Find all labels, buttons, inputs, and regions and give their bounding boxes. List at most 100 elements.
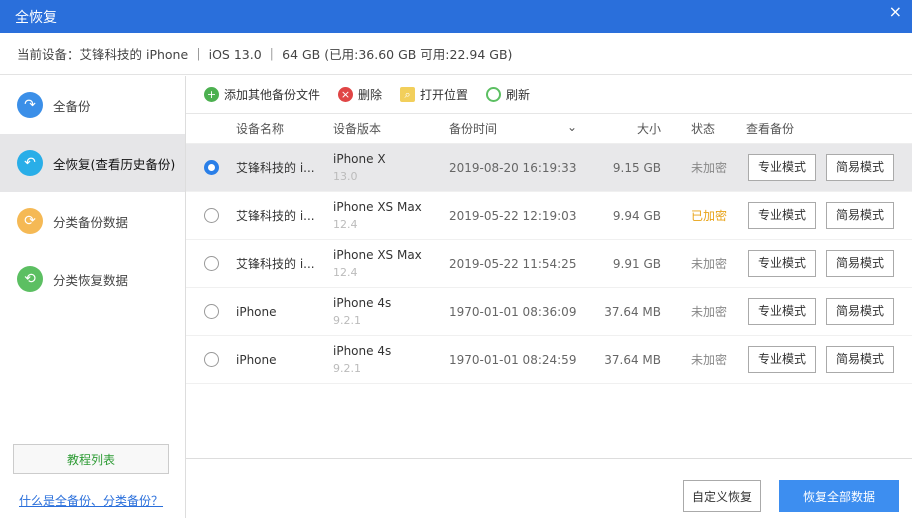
- delete-icon: ×: [338, 87, 354, 102]
- pro-mode-button[interactable]: 专业模式: [748, 202, 816, 229]
- toolbar: + 添加其他备份文件 × 删除 ⌕ 打开位置 刷新: [186, 76, 912, 114]
- restore-icon: ↶: [17, 150, 43, 176]
- device-name: iPhone: [236, 352, 277, 367]
- table-row[interactable]: 艾锋科技的 i... iPhone XS Max 12.4 2019-05-22 …: [186, 192, 912, 240]
- ios-version: 12.4: [333, 217, 358, 231]
- table-header: 设备名称 设备版本 备份时间 ⌄ 大小 状态 查看备份: [186, 114, 912, 144]
- add-label: 添加其他备份文件: [224, 88, 321, 102]
- backup-size: 37.64 MB: [604, 304, 661, 319]
- close-icon[interactable]: ×: [889, 2, 902, 21]
- chevron-down-icon: ⌄: [566, 120, 577, 134]
- row-radio[interactable]: [203, 304, 219, 319]
- footer: 自定义恢复 恢复全部数据: [186, 458, 912, 518]
- row-radio[interactable]: [203, 208, 219, 223]
- add-backup-button[interactable]: + 添加其他备份文件: [204, 86, 320, 103]
- col-view: 查看备份: [746, 122, 795, 136]
- device-name: 艾锋科技的 i...: [236, 161, 315, 175]
- row-radio[interactable]: [203, 160, 219, 175]
- title-bar: 全恢复 ×: [0, 0, 912, 33]
- backup-size: 9.15 GB: [612, 160, 661, 175]
- category-restore-icon: ⟲: [17, 266, 43, 292]
- encryption-status: 未加密: [691, 257, 728, 271]
- device-version: iPhone X 13.0: [333, 151, 449, 185]
- backup-time: 1970-01-01 08:24:59: [449, 352, 577, 367]
- sidebar-item-full-restore[interactable]: ↶ 全恢复(查看历史备份): [0, 134, 185, 192]
- row-radio[interactable]: [203, 352, 219, 367]
- sidebar-item-label: 分类备份数据: [53, 214, 129, 230]
- refresh-icon: [486, 87, 502, 102]
- model: iPhone XS Max: [333, 247, 422, 262]
- model: iPhone X: [333, 151, 386, 166]
- easy-mode-button[interactable]: 简易模式: [826, 298, 894, 325]
- sidebar-item-category-backup[interactable]: ⟳ 分类备份数据: [0, 192, 185, 250]
- easy-mode-button[interactable]: 简易模式: [826, 346, 894, 373]
- encryption-status: 未加密: [691, 353, 728, 367]
- backup-size: 37.64 MB: [604, 352, 661, 367]
- backup-time: 2019-08-20 16:19:33: [449, 160, 577, 175]
- backup-icon: ↷: [17, 92, 43, 118]
- col-backup-time[interactable]: 备份时间 ⌄: [449, 120, 589, 137]
- device-version: iPhone XS Max 12.4: [333, 199, 449, 233]
- pro-mode-button[interactable]: 专业模式: [748, 154, 816, 181]
- encryption-status: 未加密: [691, 305, 728, 319]
- table-row[interactable]: iPhone iPhone 4s 9.2.1 1970-01-01 08:24:5…: [186, 336, 912, 384]
- window-title: 全恢复: [15, 9, 57, 26]
- sidebar-item-category-restore[interactable]: ⟲ 分类恢复数据: [0, 250, 185, 308]
- backup-time: 2019-05-22 11:54:25: [449, 256, 577, 271]
- delete-button[interactable]: × 删除: [338, 86, 382, 103]
- device-version: iPhone 4s 9.2.1: [333, 343, 449, 377]
- col-size[interactable]: 大小: [589, 120, 661, 137]
- sidebar-item-full-backup[interactable]: ↷ 全备份: [0, 76, 185, 134]
- table-row[interactable]: iPhone iPhone 4s 9.2.1 1970-01-01 08:36:0…: [186, 288, 912, 336]
- table-row[interactable]: 艾锋科技的 i... iPhone X 13.0 2019-08-20 16:19…: [186, 144, 912, 192]
- ios-version: 9.2.1: [333, 313, 361, 327]
- open-location-button[interactable]: ⌕ 打开位置: [400, 86, 468, 103]
- custom-restore-button[interactable]: 自定义恢复: [683, 480, 761, 512]
- model: iPhone XS Max: [333, 199, 422, 214]
- col-label: 备份时间: [449, 122, 498, 136]
- help-link[interactable]: 什么是全备份、分类备份？: [19, 492, 163, 509]
- plus-icon: +: [204, 87, 219, 102]
- refresh-label: 刷新: [506, 88, 531, 102]
- device-name: 艾锋科技的 i...: [236, 257, 315, 271]
- device-name: iPhone: [236, 304, 277, 319]
- row-radio[interactable]: [203, 256, 219, 271]
- encryption-status: 未加密: [691, 161, 728, 175]
- tutorial-list-button[interactable]: 教程列表: [13, 444, 169, 474]
- backup-list: 艾锋科技的 i... iPhone X 13.0 2019-08-20 16:19…: [186, 144, 912, 384]
- sidebar: ↷ 全备份 ↶ 全恢复(查看历史备份) ⟳ 分类备份数据 ⟲ 分类恢复数据 教程列表 什…: [0, 76, 186, 518]
- model: iPhone 4s: [333, 343, 392, 358]
- model: iPhone 4s: [333, 295, 392, 310]
- ios-version: 9.2.1: [333, 361, 361, 375]
- col-version[interactable]: 设备版本: [333, 120, 449, 137]
- col-device-name[interactable]: 设备名称: [236, 120, 333, 137]
- easy-mode-button[interactable]: 简易模式: [826, 154, 894, 181]
- device-info: 当前设备：艾锋科技的 iPhone ｜ iOS 13.0 ｜ 64 GB (已用…: [0, 33, 912, 75]
- folder-search-icon: ⌕: [400, 87, 416, 102]
- ios-version: 12.4: [333, 265, 358, 279]
- ios-version: 13.0: [333, 169, 358, 183]
- backup-time: 1970-01-01 08:36:09: [449, 304, 577, 319]
- delete-label: 删除: [358, 88, 383, 102]
- backup-size: 9.91 GB: [612, 256, 661, 271]
- sidebar-item-label: 全恢复(查看历史备份): [53, 156, 176, 172]
- device-version: iPhone 4s 9.2.1: [333, 295, 449, 329]
- sidebar-item-label: 分类恢复数据: [53, 272, 129, 288]
- open-label: 打开位置: [420, 88, 469, 102]
- pro-mode-button[interactable]: 专业模式: [748, 250, 816, 277]
- easy-mode-button[interactable]: 简易模式: [826, 250, 894, 277]
- device-name: 艾锋科技的 i...: [236, 209, 315, 223]
- pro-mode-button[interactable]: 专业模式: [748, 346, 816, 373]
- backup-size: 9.94 GB: [612, 208, 661, 223]
- refresh-button[interactable]: 刷新: [486, 86, 530, 103]
- restore-all-button[interactable]: 恢复全部数据: [779, 480, 899, 512]
- table-row[interactable]: 艾锋科技的 i... iPhone XS Max 12.4 2019-05-22 …: [186, 240, 912, 288]
- encryption-status: 已加密: [691, 209, 728, 223]
- main-panel: + 添加其他备份文件 × 删除 ⌕ 打开位置 刷新 设备名称 设备版本 备份时间 ⌄ 大…: [186, 76, 912, 518]
- backup-time: 2019-05-22 12:19:03: [449, 208, 577, 223]
- sidebar-item-label: 全备份: [53, 98, 91, 114]
- col-status[interactable]: 状态: [661, 120, 746, 137]
- pro-mode-button[interactable]: 专业模式: [748, 298, 816, 325]
- easy-mode-button[interactable]: 简易模式: [826, 202, 894, 229]
- category-backup-icon: ⟳: [17, 208, 43, 234]
